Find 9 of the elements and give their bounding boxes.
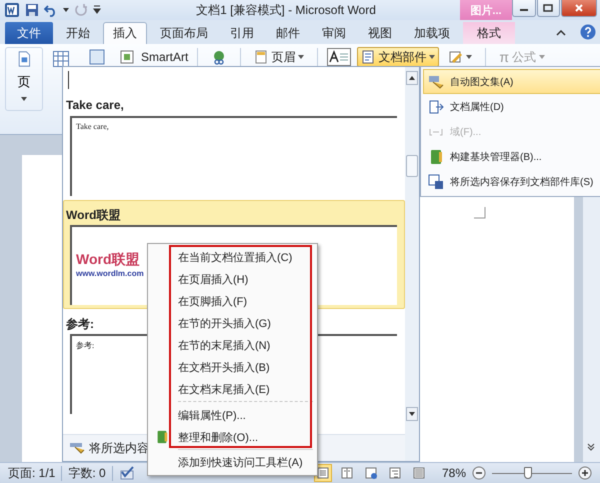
preview-logo-text: Word联盟	[76, 251, 140, 269]
entry-title: Word联盟	[66, 207, 120, 224]
contextual-tab-group: 图片...	[460, 0, 512, 20]
preview-text: 参考:	[76, 340, 94, 351]
preview-text: Take care,	[76, 122, 109, 131]
entry-title: 参考:	[66, 316, 94, 333]
preview-url-text: www.wordlm.com	[76, 269, 144, 278]
window-title: 文档1 [兼容模式] - Microsoft Word	[195, 2, 377, 18]
entry-title: Take care,	[66, 98, 124, 114]
